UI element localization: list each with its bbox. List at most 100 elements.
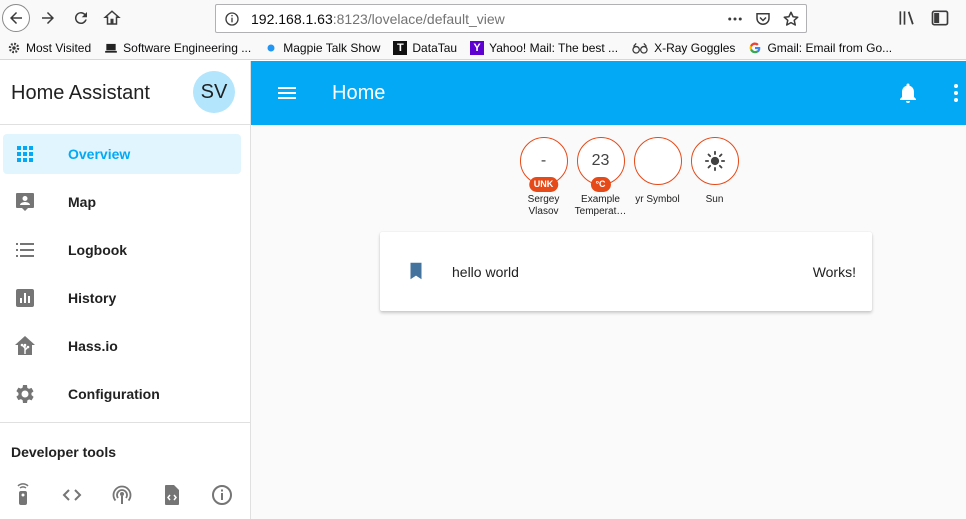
badge-unit: UNK [528, 177, 559, 192]
bookmarks-bar: Most Visited Software Engineering ... Ma… [0, 37, 966, 60]
page-actions-button[interactable] [724, 9, 746, 29]
bookmark-xray-goggles[interactable]: X-Ray Goggles [624, 37, 741, 59]
badge-circle [633, 137, 682, 185]
bookmark-icon[interactable] [405, 260, 427, 282]
home-icon [103, 10, 121, 25]
dev-tool-templates[interactable] [160, 483, 184, 507]
developer-tools [0, 483, 250, 511]
bookmark-label: Gmail: Email from Go... [767, 41, 893, 55]
entity-state: Works! [812, 264, 856, 280]
library-button[interactable] [897, 8, 917, 28]
sidebar-item-label: Logbook [68, 242, 128, 258]
hassio-icon [15, 336, 35, 355]
browser-toolbar: 192.168.1.63:8123/lovelace/default_view [0, 0, 966, 37]
sidebar-item-label: Hass.io [68, 338, 118, 354]
sidebar-nav: Overview Map Logbook History Hass.io Con… [0, 125, 250, 414]
badge-value: 23 [591, 152, 610, 169]
dot-icon [264, 41, 278, 55]
gear-icon [16, 385, 34, 403]
bookmark-label: Magpie Talk Show [283, 41, 381, 55]
info-icon [212, 485, 232, 505]
sidebar-divider [0, 422, 250, 423]
badge-name: Sun [705, 194, 724, 205]
notifications-button[interactable] [896, 81, 920, 105]
bell-icon [900, 83, 916, 103]
dev-tool-events[interactable] [110, 483, 134, 507]
sun-icon [704, 150, 725, 172]
badge-sun[interactable]: Sun [686, 137, 743, 218]
sidebar-item-map[interactable]: Map [3, 182, 241, 222]
dev-tool-services[interactable] [11, 483, 35, 507]
arrow-left-icon [10, 12, 22, 24]
badge-yr-symbol[interactable]: yr Symbol [629, 137, 686, 218]
yahoo-icon: Y [470, 41, 485, 55]
badge-name: Sergey Vlasov [527, 194, 560, 217]
sidebar-item-logbook[interactable]: Logbook [3, 230, 241, 270]
reload-button[interactable] [68, 5, 94, 31]
url-actions [724, 9, 802, 29]
gear-icon [7, 41, 21, 55]
code-tags-icon [62, 489, 82, 501]
sidebar-item-label: Configuration [68, 386, 160, 402]
bookmark-most-visited[interactable]: Most Visited [0, 37, 97, 59]
bookmark-star-button[interactable] [780, 9, 802, 29]
bookmark-label: X-Ray Goggles [654, 41, 736, 55]
sidebar-item-configuration[interactable]: Configuration [3, 374, 241, 414]
page-title: Home [332, 82, 386, 104]
badge-sergey-vlasov[interactable]: - UNK Sergey Vlasov [515, 137, 572, 218]
t-logo-icon: T [393, 41, 408, 55]
sidebar-item-history[interactable]: History [3, 278, 241, 318]
laptop-icon [104, 41, 118, 55]
badge-circle: - UNK [519, 137, 568, 192]
back-button[interactable] [2, 4, 30, 32]
bookmark-gmail[interactable]: Gmail: Email from Go... [741, 37, 898, 59]
bookmark-yahoo[interactable]: Y Yahoo! Mail: The best ... [463, 37, 624, 59]
bookmark-magpie[interactable]: Magpie Talk Show [257, 37, 386, 59]
library-icon [899, 11, 914, 25]
badge-name: Example Temperat… [574, 194, 627, 217]
badge-name: yr Symbol [635, 194, 680, 205]
star-icon [783, 11, 799, 26]
info-icon[interactable] [224, 11, 240, 27]
antenna-icon [112, 485, 132, 504]
entity-name[interactable]: hello world [452, 264, 519, 280]
list-icon [16, 243, 34, 257]
lovelace-view: - UNK Sergey Vlasov 23 °C Example Temper… [251, 125, 966, 519]
remote-icon [17, 483, 29, 505]
bookmark-label: Most Visited [26, 41, 92, 55]
reload-icon [74, 12, 87, 25]
browser-sidebar-button[interactable] [930, 8, 950, 28]
sidebar-item-overview[interactable]: Overview [3, 134, 241, 174]
bookmark-label: Software Engineering ... [123, 41, 252, 55]
forward-button[interactable] [35, 5, 61, 31]
bookmark-datatau[interactable]: T DataTau [386, 37, 463, 59]
sidebar-item-hassio[interactable]: Hass.io [3, 326, 241, 366]
url-text[interactable]: 192.168.1.63:8123/lovelace/default_view [251, 11, 505, 27]
avatar[interactable]: SV [193, 71, 235, 113]
home-button[interactable] [99, 5, 125, 31]
more-options-button[interactable] [944, 81, 966, 105]
map-account-icon [16, 193, 34, 211]
arrow-right-icon [42, 12, 54, 24]
chart-icon [16, 289, 34, 307]
bookmark-software-engineering[interactable]: Software Engineering ... [97, 37, 257, 59]
sidebar-toggle-icon [931, 10, 949, 26]
sidebar-header: Home Assistant SV [0, 61, 250, 125]
url-host: 192.168.1.63 [251, 11, 333, 27]
pocket-button[interactable] [752, 9, 774, 29]
badge-circle: 23 °C [576, 137, 625, 192]
bookmark-label: DataTau [412, 41, 458, 55]
sidebar-title: Home Assistant [11, 82, 150, 104]
dots-vertical-icon [954, 84, 958, 102]
hamburger-icon [278, 87, 296, 99]
menu-button[interactable] [275, 81, 299, 105]
url-path: :8123/lovelace/default_view [332, 11, 505, 27]
dev-tool-states[interactable] [60, 483, 84, 507]
badge-example-temperature[interactable]: 23 °C Example Temperat… [572, 137, 629, 218]
grid-icon [17, 146, 33, 162]
google-icon [748, 41, 762, 55]
entities-card: hello world Works! [380, 232, 872, 311]
app-toolbar: Home [251, 61, 966, 125]
dev-tool-info[interactable] [210, 483, 234, 507]
url-bar[interactable]: 192.168.1.63:8123/lovelace/default_view [215, 4, 807, 33]
